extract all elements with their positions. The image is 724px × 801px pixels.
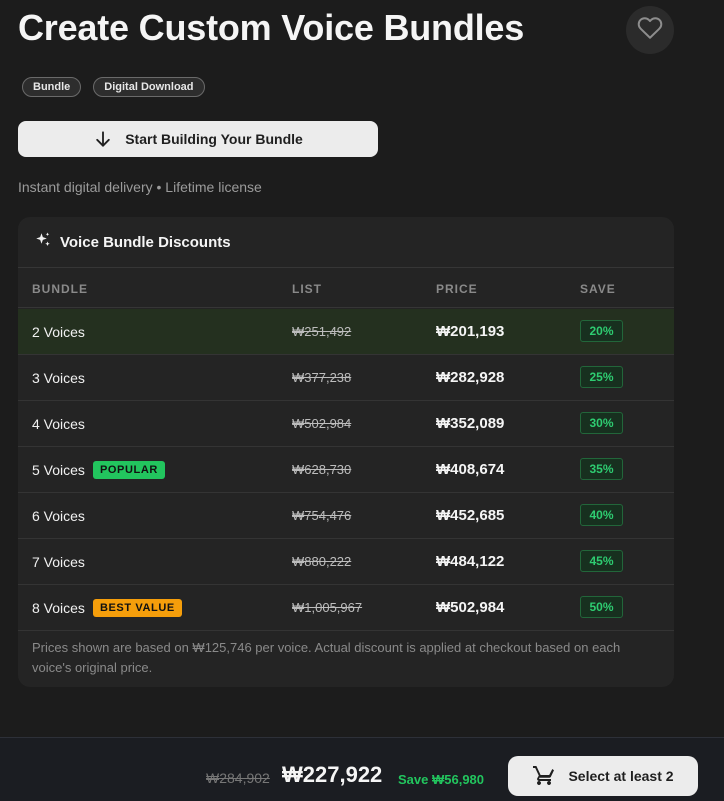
discount-card-header: Voice Bundle Discounts <box>18 217 674 268</box>
original-total: ₩284,902 <box>206 770 270 786</box>
table-body: 2 Voices ₩251,492 ₩201,193 20% 3 Voices … <box>18 309 674 631</box>
bundle-price: ₩352,089 <box>436 415 505 432</box>
table-row[interactable]: 3 Voices ₩377,238 ₩282,928 25% <box>18 355 674 401</box>
bundle-price: ₩282,928 <box>436 369 505 386</box>
table-header: BUNDLE LIST PRICE SAVE <box>18 269 674 308</box>
bundle-cell: 8 Voices BEST VALUE <box>32 585 182 630</box>
discount-table-card: Voice Bundle Discounts BUNDLE LIST PRICE… <box>18 217 674 687</box>
bundle-name: 2 Voices <box>32 323 85 340</box>
bundle-cell: 3 Voices <box>32 355 85 400</box>
bundle-name: 6 Voices <box>32 507 85 524</box>
tag-list: Bundle Digital Download <box>22 77 205 97</box>
pricing-footnote: Prices shown are based on ₩125,746 per v… <box>32 640 621 675</box>
page: Create Custom Voice Bundles Bundle Digit… <box>0 0 724 801</box>
discount-card-title: Voice Bundle Discounts <box>60 233 231 251</box>
list-price: ₩628,730 <box>292 462 352 477</box>
bundle-cell: 7 Voices <box>32 539 85 584</box>
savings-amount: Save ₩56,980 <box>398 772 485 787</box>
list-price: ₩251,492 <box>292 324 352 339</box>
bundle-cell: 4 Voices <box>32 401 85 446</box>
bundle-name: 8 Voices <box>32 599 85 616</box>
bundle-price: ₩408,674 <box>436 461 505 478</box>
bundle-price: ₩201,193 <box>436 323 505 340</box>
column-header-list: LIST <box>292 282 322 296</box>
page-title: Create Custom Voice Bundles <box>18 7 525 48</box>
save-badge: 25% <box>580 366 623 388</box>
discounted-total: ₩227,922 <box>282 762 383 787</box>
list-price: ₩1,005,967 <box>292 600 363 615</box>
bottom-summary-bar: ₩284,902 ₩227,922 Save ₩56,980 Select at… <box>0 737 724 801</box>
save-badge: 30% <box>580 412 623 434</box>
bundle-name: 7 Voices <box>32 553 85 570</box>
start-building-label: Start Building Your Bundle <box>125 131 303 147</box>
save-badge: 45% <box>580 550 623 572</box>
start-building-button[interactable]: Start Building Your Bundle <box>18 121 378 157</box>
save-badge: 20% <box>580 320 623 342</box>
table-row[interactable]: 7 Voices ₩880,222 ₩484,122 45% <box>18 539 674 585</box>
table-row[interactable]: 5 Voices POPULAR ₩628,730 ₩408,674 35% <box>18 447 674 493</box>
bundle-cell: 5 Voices POPULAR <box>32 447 165 492</box>
table-row[interactable]: 2 Voices ₩251,492 ₩201,193 20% <box>18 309 674 355</box>
list-price: ₩880,222 <box>292 554 352 569</box>
list-price: ₩377,238 <box>292 370 352 385</box>
tag-digital-download[interactable]: Digital Download <box>93 77 205 97</box>
table-row[interactable]: 4 Voices ₩502,984 ₩352,089 30% <box>18 401 674 447</box>
bundle-name: 5 Voices <box>32 461 85 478</box>
best-value-badge: BEST VALUE <box>92 598 182 617</box>
list-price: ₩754,476 <box>292 508 352 523</box>
favorite-button[interactable] <box>626 6 674 54</box>
cart-icon <box>532 763 556 790</box>
save-badge: 50% <box>580 596 623 618</box>
heart-icon <box>637 15 663 46</box>
save-badge: 40% <box>580 504 623 526</box>
bundle-name: 4 Voices <box>32 415 85 432</box>
table-row[interactable]: 8 Voices BEST VALUE ₩1,005,967 ₩502,984 … <box>18 585 674 631</box>
column-header-bundle: BUNDLE <box>32 282 88 296</box>
bundle-price: ₩502,984 <box>436 599 505 616</box>
delivery-info: Instant digital delivery • Lifetime lice… <box>18 179 262 195</box>
select-voices-button[interactable]: Select at least 2 <box>508 756 698 796</box>
column-header-price: PRICE <box>436 282 478 296</box>
bundle-name: 3 Voices <box>32 369 85 386</box>
select-voices-label: Select at least 2 <box>568 768 674 784</box>
arrow-down-icon <box>93 129 113 149</box>
tag-bundle[interactable]: Bundle <box>22 77 82 97</box>
column-header-save: SAVE <box>580 282 616 296</box>
save-badge: 35% <box>580 458 623 480</box>
bundle-cell: 6 Voices <box>32 493 85 538</box>
sparkle-icon <box>34 231 52 254</box>
table-row[interactable]: 6 Voices ₩754,476 ₩452,685 40% <box>18 493 674 539</box>
bundle-cell: 2 Voices <box>32 309 85 354</box>
popular-badge: POPULAR <box>92 460 165 479</box>
bundle-price: ₩452,685 <box>436 507 505 524</box>
bundle-price: ₩484,122 <box>436 553 505 570</box>
list-price: ₩502,984 <box>292 416 352 431</box>
